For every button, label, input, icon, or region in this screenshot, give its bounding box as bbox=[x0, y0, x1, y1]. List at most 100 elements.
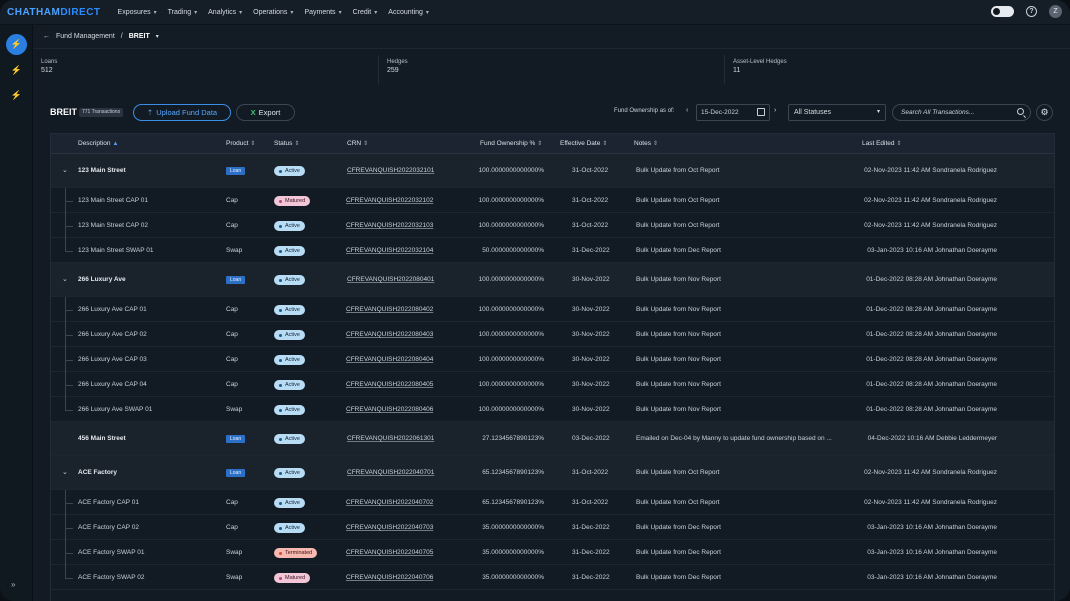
crn-link[interactable]: CFREVANQUISH2022040705 bbox=[346, 549, 433, 556]
sort-icon[interactable]: ⇕ bbox=[537, 141, 542, 147]
calendar-icon[interactable] bbox=[757, 108, 765, 116]
menu-exposures[interactable]: Exposures ▾ bbox=[118, 9, 157, 16]
breadcrumb-parent[interactable]: Fund Management bbox=[56, 33, 115, 40]
bolt-icon[interactable]: ⚡ bbox=[6, 85, 27, 106]
column-crn[interactable]: CRN ⇕ bbox=[347, 140, 368, 147]
crn-link[interactable]: CFREVANQUISH2022040703 bbox=[346, 524, 433, 531]
crn-link[interactable]: CFREVANQUISH2022032104 bbox=[346, 247, 433, 254]
sort-icon[interactable]: ⇕ bbox=[294, 141, 299, 147]
column-status[interactable]: Status ⇕ bbox=[274, 140, 299, 147]
table-row[interactable]: ACE Factory SWAP 02 Swap Matured CFREVANQUI… bbox=[51, 565, 1054, 590]
menu-credit[interactable]: Credit ▾ bbox=[353, 9, 378, 16]
table-row[interactable]: ACE Factory SWAP 01 Swap Terminated CFREVAN… bbox=[51, 540, 1054, 565]
expand-sidebar-icon[interactable]: » bbox=[11, 580, 15, 589]
theme-toggle[interactable] bbox=[991, 6, 1014, 17]
table-row[interactable]: 456 Main Street Loan Active CFREVANQUISH202… bbox=[51, 422, 1054, 456]
table-row[interactable]: 123 Main Street CAP 01 Cap Matured CFREVANQ… bbox=[51, 188, 1054, 213]
crn-link[interactable]: CFREVANQUISH2022040706 bbox=[346, 574, 433, 581]
crn-link[interactable]: CFREVANQUISH2022080405 bbox=[346, 381, 433, 388]
upload-fund-data-button[interactable]: ⇡ Upload Fund Data bbox=[133, 104, 231, 121]
chevron-down-icon: ▾ bbox=[425, 9, 429, 16]
crn-link[interactable]: CFREVANQUISH2022040702 bbox=[346, 499, 433, 506]
sort-icon[interactable]: ⇕ bbox=[363, 141, 368, 147]
crn-link[interactable]: CFREVANQUISH2022080402 bbox=[346, 306, 433, 313]
menu-analytics[interactable]: Analytics ▾ bbox=[208, 9, 242, 16]
row-description: ACE Factory SWAP 01 bbox=[78, 549, 145, 556]
status-badge: Active bbox=[274, 166, 305, 176]
chevron-down-icon[interactable]: ▾ bbox=[156, 33, 159, 40]
product-cell: Cap bbox=[226, 331, 238, 338]
crn-link[interactable]: CFREVANQUISH2022080404 bbox=[346, 356, 433, 363]
table-row[interactable]: 266 Luxury Ave CAP 03 Cap Active CFREVANQUI… bbox=[51, 347, 1054, 372]
stat-value: 11 bbox=[733, 67, 741, 74]
crn-link[interactable]: CFREVANQUISH2022032102 bbox=[346, 197, 433, 204]
menu-operations[interactable]: Operations ▾ bbox=[253, 9, 293, 16]
search-icon[interactable] bbox=[1017, 108, 1024, 115]
avatar[interactable]: Z bbox=[1049, 5, 1062, 18]
bolt-icon[interactable]: ⚡ bbox=[6, 60, 27, 81]
status-label: Matured bbox=[285, 575, 306, 581]
brand-logo[interactable]: CHATHAMDIRECT bbox=[7, 7, 101, 18]
table-row[interactable]: ACE Factory CAP 02 Cap Active CFREVANQUISH2… bbox=[51, 515, 1054, 540]
fund-ownership-value: 100.0000000000000% bbox=[478, 197, 544, 204]
table-row[interactable]: 266 Luxury Ave CAP 01 Cap Active CFREVANQUI… bbox=[51, 297, 1054, 322]
prev-date-icon[interactable]: ‹ bbox=[686, 107, 688, 114]
sort-icon[interactable]: ⇕ bbox=[653, 141, 658, 147]
date-input[interactable]: 15-Dec-2022 bbox=[696, 104, 770, 121]
table-row[interactable]: ACE Factory CAP 01 Cap Active CFREVANQUISH2… bbox=[51, 490, 1054, 515]
gear-icon[interactable]: ⚙ bbox=[1036, 104, 1053, 121]
last-edited: 02-Nov-2023 11:42 AM Sondranela Rodrigue… bbox=[864, 167, 997, 174]
crn-link[interactable]: CFREVANQUISH2022080401 bbox=[347, 276, 434, 283]
column-description[interactable]: Description ▲ bbox=[78, 140, 118, 147]
product-cell: Loan bbox=[226, 435, 246, 443]
table-row[interactable]: 123 Main Street CAP 02 Cap Active CFREVANQU… bbox=[51, 213, 1054, 238]
row-description: 266 Luxury Ave CAP 02 bbox=[78, 331, 147, 338]
status-select[interactable]: All Statuses ▾ bbox=[788, 104, 886, 121]
notes-cell: Bulk Update from Oct Report bbox=[636, 222, 720, 229]
sort-icon[interactable]: ⇕ bbox=[897, 141, 902, 147]
menu-label: Credit bbox=[352, 8, 372, 16]
crn-link[interactable]: CFREVANQUISH2022040701 bbox=[347, 469, 434, 476]
sort-asc-icon[interactable]: ▲ bbox=[113, 141, 119, 147]
table-row[interactable]: ⌄ 123 Main Street Loan Active CFREVANQUISH20… bbox=[51, 154, 1054, 188]
table-row[interactable]: 266 Luxury Ave SWAP 01 Swap Active CFREVANQ… bbox=[51, 397, 1054, 422]
table-row[interactable]: 123 Main Street SWAP 01 Swap Active CFREVAN… bbox=[51, 238, 1054, 263]
crn-link[interactable]: CFREVANQUISH2022061301 bbox=[347, 435, 434, 442]
sort-icon[interactable]: ⇕ bbox=[602, 141, 607, 147]
menu-label: Accounting bbox=[388, 8, 423, 16]
sort-icon[interactable]: ⇕ bbox=[250, 141, 255, 147]
menu-payments[interactable]: Payments ▾ bbox=[304, 9, 341, 16]
notes-cell: Bulk Update from Dec Report bbox=[636, 524, 721, 531]
crn-link[interactable]: CFREVANQUISH2022080406 bbox=[346, 406, 433, 413]
table-row[interactable]: ⌄ 266 Luxury Ave Loan Active CFREVANQUISH202… bbox=[51, 263, 1054, 297]
expand-caret-icon[interactable]: ⌄ bbox=[62, 275, 68, 283]
expand-caret-icon[interactable]: ⌄ bbox=[62, 468, 68, 476]
column-fund-ownership[interactable]: Fund Ownership % ⇕ bbox=[480, 140, 542, 147]
question-circle-icon[interactable]: ? bbox=[1026, 6, 1037, 17]
crn-link[interactable]: CFREVANQUISH2022080403 bbox=[346, 331, 433, 338]
column-effective-date[interactable]: Effective Date ⇕ bbox=[560, 140, 607, 147]
table-row[interactable]: 266 Luxury Ave CAP 02 Cap Active CFREVANQUI… bbox=[51, 322, 1054, 347]
tree-branch bbox=[65, 360, 73, 361]
crn-link[interactable]: CFREVANQUISH2022032101 bbox=[347, 167, 434, 174]
menu-accounting[interactable]: Accounting ▾ bbox=[388, 9, 429, 16]
menu-trading[interactable]: Trading ▾ bbox=[168, 9, 198, 16]
breadcrumb-current[interactable]: BREIT bbox=[129, 33, 150, 40]
table-row[interactable]: ⌄ ACE Factory Loan Active CFREVANQUISH202204… bbox=[51, 456, 1054, 490]
next-date-icon[interactable]: › bbox=[774, 107, 776, 114]
search-input[interactable]: Search All Transactions... bbox=[892, 104, 1031, 121]
export-button[interactable]: X Export bbox=[236, 104, 295, 121]
logo-part-1: CHATHAM bbox=[7, 6, 61, 18]
fund-ownership-value: 100.0000000000000% bbox=[478, 381, 544, 388]
column-product[interactable]: Product ⇕ bbox=[226, 140, 255, 147]
status-dot-icon bbox=[279, 358, 282, 362]
crn-link[interactable]: CFREVANQUISH2022032103 bbox=[346, 222, 433, 229]
column-notes[interactable]: Notes ⇕ bbox=[634, 140, 658, 147]
notes-cell: Bulk Update from Nov Report bbox=[636, 306, 721, 313]
expand-caret-icon[interactable]: ⌄ bbox=[62, 166, 68, 174]
column-last-edited[interactable]: Last Edited ⇕ bbox=[862, 140, 902, 147]
bolt-icon[interactable]: ⚡ bbox=[6, 34, 27, 55]
row-description: 123 Main Street CAP 01 bbox=[78, 197, 148, 204]
back-arrow-icon[interactable]: ← bbox=[43, 33, 50, 40]
table-row[interactable]: 266 Luxury Ave CAP 04 Cap Active CFREVANQUI… bbox=[51, 372, 1054, 397]
